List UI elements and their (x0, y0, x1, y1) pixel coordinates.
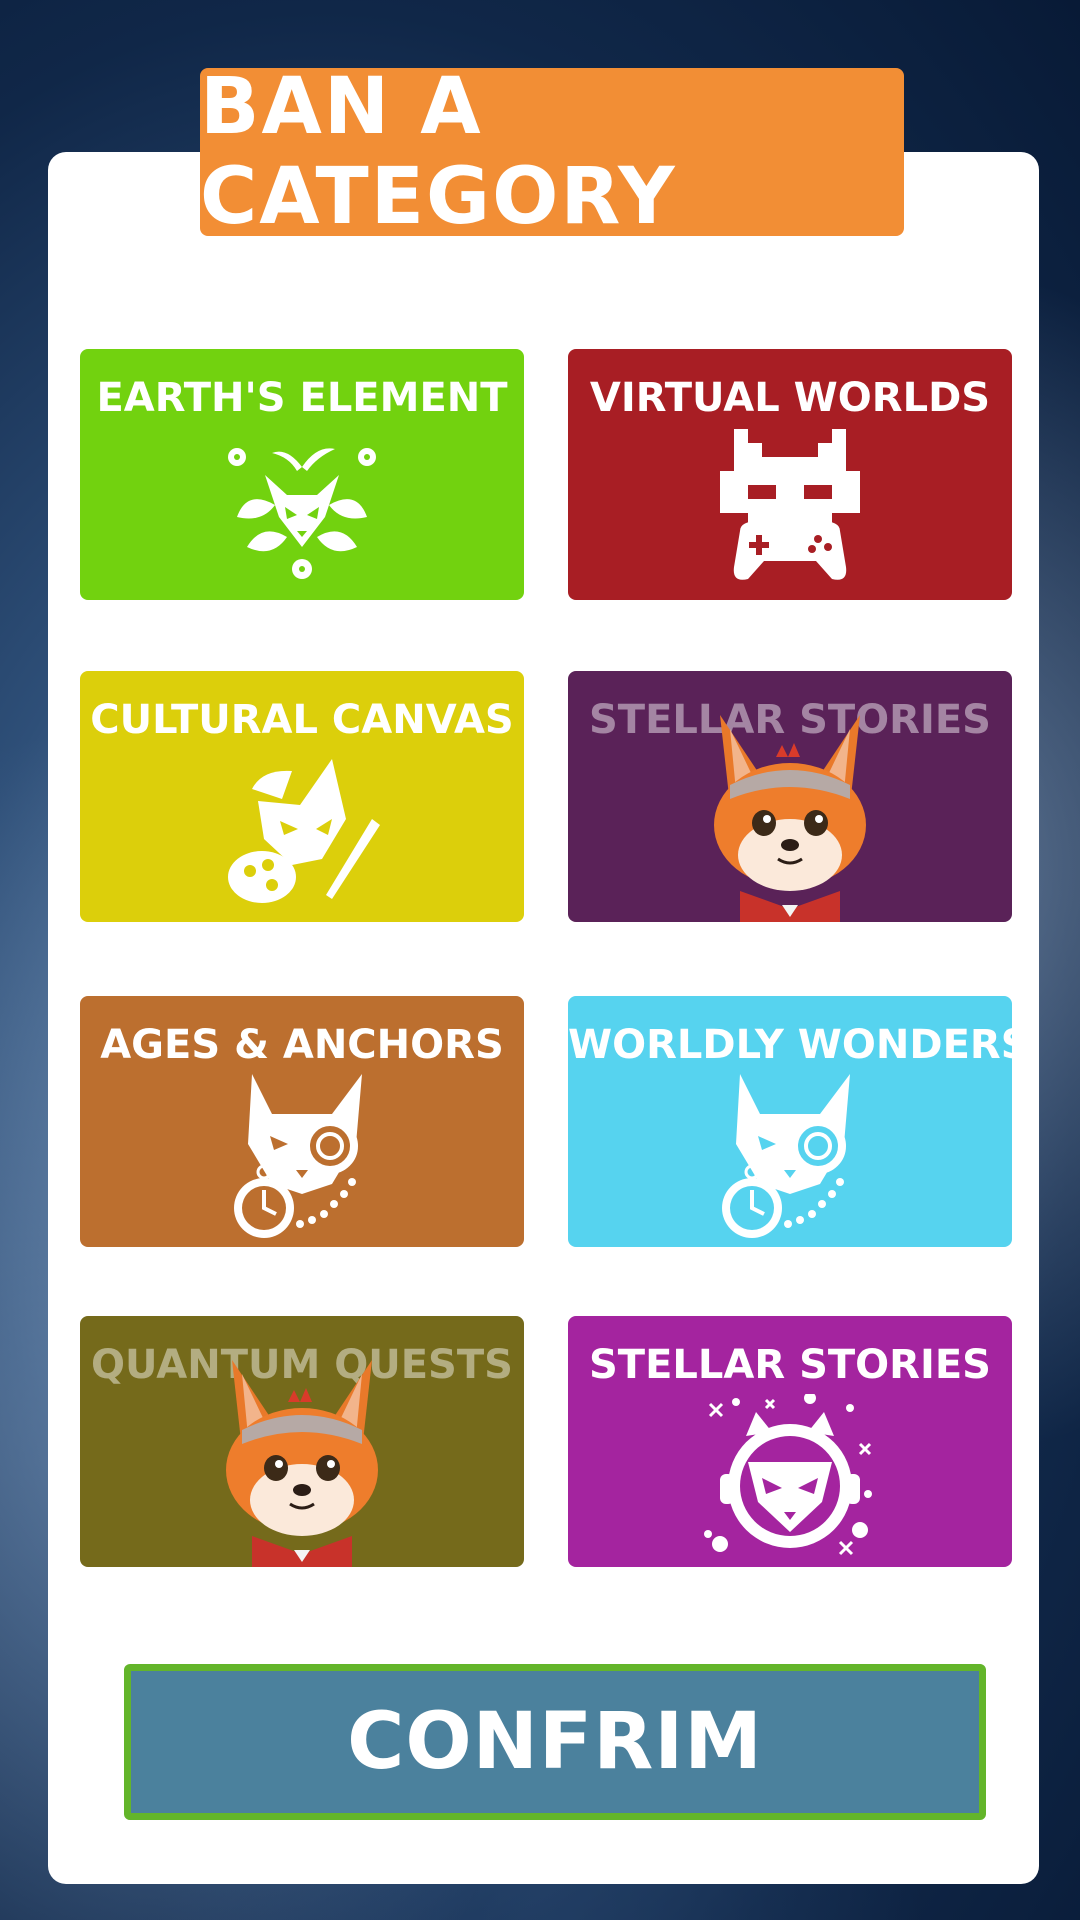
leaf-fox-icon (228, 448, 376, 579)
page-title: BAN A CATEGORY (200, 62, 677, 242)
category-tile-worldly-wonders[interactable]: WORLDLY WONDERS (568, 996, 1012, 1247)
fox-monocle-pocketwatch-icon (722, 1074, 850, 1238)
tile-label: VIRTUAL WORLDS (589, 375, 991, 421)
tile-label: WORLDLY WONDERS (568, 1022, 1012, 1068)
category-tile-stellar-stories[interactable]: STELLAR STORIES (568, 1316, 1012, 1567)
tile-label: STELLAR STORIES (589, 1342, 991, 1388)
category-tile-cultural-canvas[interactable]: CULTURAL CANVAS (80, 671, 524, 922)
category-tile-ages-anchors[interactable]: AGES & ANCHORS (80, 996, 524, 1247)
category-tile-stellar-stories-banned[interactable]: STELLAR STORIES (568, 671, 1012, 922)
category-tile-quantum-quests-banned[interactable]: QUANTUM QUESTS (80, 1316, 524, 1567)
fox-mascot-icon (714, 715, 866, 922)
title-banner: BAN A CATEGORY (200, 62, 904, 242)
confirm-button[interactable]: CONFRIM (124, 1664, 986, 1820)
astronaut-fox-icon (704, 1394, 872, 1556)
tile-label: AGES & ANCHORS (100, 1022, 504, 1068)
fox-mascot-icon (226, 1360, 378, 1567)
pixel-fox-gamepad-icon (720, 429, 860, 580)
category-tile-virtual-worlds[interactable]: VIRTUAL WORLDS (568, 349, 1012, 600)
tile-label: CULTURAL CANVAS (90, 697, 514, 743)
artist-fox-palette-icon (228, 759, 380, 903)
tile-label: EARTH'S ELEMENT (96, 375, 508, 421)
confirm-button-label: CONFRIM (347, 1697, 763, 1787)
category-tile-earths-element[interactable]: EARTH'S ELEMENT (80, 349, 524, 600)
fox-monocle-pocketwatch-icon (234, 1074, 362, 1238)
